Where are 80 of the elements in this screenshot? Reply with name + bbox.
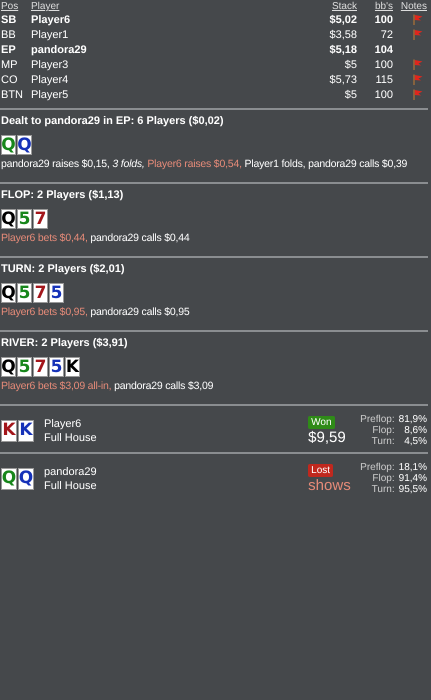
playing-card: Q xyxy=(1,209,16,229)
big-blinds-cell-text: 72 xyxy=(380,28,394,42)
hand-name: Full House xyxy=(44,430,98,444)
stack-cell-text: $5 xyxy=(344,58,358,72)
position-cell-text: SB xyxy=(0,12,18,27)
column-header[interactable]: Stack xyxy=(332,1,357,12)
playing-card: 5 xyxy=(17,357,32,377)
playing-card: 5 xyxy=(49,283,64,303)
result-badge: Lost xyxy=(308,464,334,476)
equity-value: 18,1% xyxy=(398,462,427,473)
equity-label: Preflop: xyxy=(360,462,395,473)
stack-cell-text: $5,02 xyxy=(328,12,358,27)
player-name: Player3 xyxy=(30,58,70,72)
playing-card: 5 xyxy=(17,209,32,229)
position-cell-text: BTN xyxy=(0,88,24,102)
playing-card: K xyxy=(18,420,34,442)
playing-card: Q xyxy=(17,135,32,155)
flag-icon[interactable] xyxy=(413,29,423,40)
flag-icon[interactable] xyxy=(413,14,423,26)
equity-value: 81,9% xyxy=(398,414,427,425)
playing-card: K xyxy=(1,420,17,442)
big-blinds-cell-text: 100 xyxy=(374,12,394,27)
equity-label: Flop: xyxy=(371,425,395,436)
result-amount: shows xyxy=(308,476,351,494)
street-title: FLOP: 2 Players ($1,13) xyxy=(1,189,124,201)
position-cell-text: BB xyxy=(0,28,17,42)
equity-label: Flop: xyxy=(371,473,395,484)
player-name: Player1 xyxy=(30,28,70,42)
player-name: pandora29 xyxy=(44,464,98,478)
player-name: pandora29 xyxy=(30,42,88,57)
playing-card: Q xyxy=(1,283,16,303)
playing-card: 5 xyxy=(49,357,64,377)
equity-label: Turn: xyxy=(370,484,395,495)
player-name: Player6 xyxy=(44,416,82,430)
equity-label: Preflop: xyxy=(360,414,395,425)
flag-icon[interactable] xyxy=(413,59,423,70)
action-line: pandora29 raises $0,15, 3 folds, Player6 raises $0,54, Player1 folds, pandora29 calls $0,39 xyxy=(1,158,408,170)
action-line: Player6 bets $0,44, pandora29 calls $0,44 xyxy=(1,232,190,244)
stack-cell-text: $5,73 xyxy=(328,72,358,87)
column-header[interactable]: Player xyxy=(31,1,60,12)
flag-icon[interactable] xyxy=(413,74,423,86)
playing-card: 5 xyxy=(17,283,32,303)
big-blinds-cell-text: 104 xyxy=(374,42,394,57)
position-cell-text: EP xyxy=(0,42,17,57)
playing-card: 7 xyxy=(33,283,48,303)
equity-value: 91,4% xyxy=(398,473,427,484)
column-header[interactable]: Notes xyxy=(400,1,427,12)
column-header[interactable]: Pos xyxy=(1,1,18,12)
action-line: Player6 bets $3,09 all-in, pandora29 calls $3,09 xyxy=(1,380,214,392)
position-cell-text: MP xyxy=(0,58,18,72)
result-amount: $9,59 xyxy=(308,428,346,446)
playing-card: Q xyxy=(1,468,17,490)
player-name: Player5 xyxy=(30,88,70,102)
big-blinds-cell-text: 115 xyxy=(374,72,394,87)
action-line: Player6 bets $0,95, pandora29 calls $0,95 xyxy=(1,306,190,318)
equity-value: 95,5% xyxy=(398,484,427,495)
playing-card: Q xyxy=(1,357,16,377)
playing-card: K xyxy=(65,357,80,377)
equity-label: Turn: xyxy=(370,436,395,447)
big-blinds-cell-text: 100 xyxy=(374,58,394,72)
big-blinds-cell-text: 100 xyxy=(374,88,394,102)
column-header[interactable]: bb's xyxy=(374,1,393,12)
playing-card: 7 xyxy=(33,357,48,377)
flag-icon[interactable] xyxy=(413,89,423,100)
stack-cell-text: $3,58 xyxy=(328,28,358,42)
player-name: Player4 xyxy=(30,72,70,87)
street-title: RIVER: 2 Players ($3,91) xyxy=(1,337,128,349)
equity-value: 8,6% xyxy=(403,425,427,436)
playing-card: 7 xyxy=(33,209,48,229)
equity-value: 4,5% xyxy=(403,436,427,447)
playing-card: Q xyxy=(18,468,34,490)
stack-cell-text: $5,18 xyxy=(328,42,358,57)
street-title: TURN: 2 Players ($2,01) xyxy=(1,263,124,275)
position-cell-text: CO xyxy=(0,72,18,87)
playing-card: Q xyxy=(1,135,16,155)
hand-name: Full House xyxy=(44,478,98,492)
result-badge: Won xyxy=(308,416,335,428)
stack-cell-text: $5 xyxy=(344,88,358,102)
street-title: Dealt to pandora29 in EP: 6 Players ($0,02) xyxy=(1,115,224,127)
player-name: Player6 xyxy=(30,12,72,27)
